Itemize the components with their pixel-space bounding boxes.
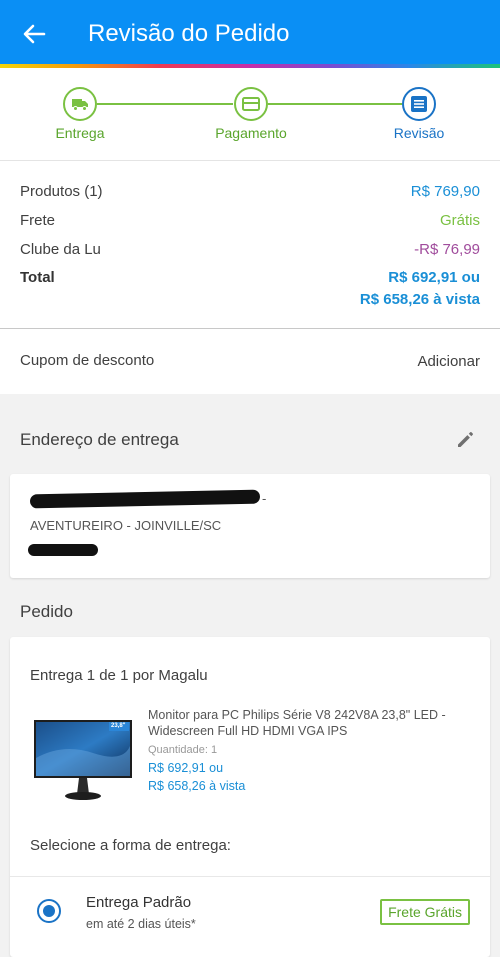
address-line2: AVENTUREIRO - JOINVILLE/SC (30, 518, 222, 533)
truck-icon (72, 99, 88, 111)
delivery-option-standard[interactable]: Entrega Padrão em até 2 dias úteis* Fret… (10, 876, 490, 946)
step-label-payment: Pagamento (215, 125, 287, 141)
club-value: -R$ 76,99 (414, 241, 480, 258)
total-label: Total (20, 269, 55, 286)
step-connector (97, 103, 233, 105)
club-label: Clube da Lu (20, 241, 101, 258)
step-review[interactable] (402, 87, 436, 121)
coupon-row[interactable]: Cupom de desconto Adicionar (0, 328, 500, 394)
product-name-line1: Monitor para PC Philips Série V8 242V8A … (148, 708, 446, 722)
order-summary: Produtos (1) R$ 769,90 Frete Grátis Club… (0, 160, 500, 328)
quantity-label: Quantidade: (148, 744, 208, 756)
product-price-installments: R$ 692,91 ou (148, 761, 224, 775)
redacted-address-line (29, 489, 261, 509)
arrow-left-icon[interactable] (20, 20, 48, 48)
address-line1-suffix: - (262, 491, 267, 506)
quantity: Quantidade: 1 (148, 744, 217, 756)
redacted-zip (28, 544, 98, 556)
step-payment[interactable] (234, 87, 268, 121)
list-icon (411, 96, 427, 112)
total-value-installments: R$ 692,91 ou (388, 269, 480, 286)
delivery-header: Entrega 1 de 1 por Magalu (30, 667, 208, 684)
shipping-value: Grátis (439, 212, 480, 229)
checkout-stepper: Entrega Pagamento Revisão (0, 68, 500, 160)
quantity-value: 1 (211, 744, 218, 756)
delivery-option-name: Entrega Padrão (86, 894, 192, 911)
product-name-line2: Widescreen Full HD HDMI VGA IPS (148, 724, 348, 738)
product-image[interactable]: 23,8" (33, 718, 133, 802)
step-label-review: Revisão (393, 125, 445, 141)
step-delivery[interactable] (63, 87, 97, 121)
shipping-label: Frete (20, 212, 56, 229)
app-header: Revisão do Pedido (0, 0, 500, 66)
coupon-label: Cupom de desconto (20, 352, 155, 369)
step-connector (268, 103, 402, 105)
product-price-cash: R$ 658,26 à vista (148, 779, 246, 793)
products-value: R$ 769,90 (410, 183, 480, 200)
page-title: Revisão do Pedido (88, 20, 290, 47)
add-coupon-button[interactable]: Adicionar (417, 353, 480, 370)
free-shipping-badge: Frete Grátis (380, 899, 470, 925)
step-label-delivery: Entrega (55, 125, 105, 141)
card-icon (242, 97, 260, 111)
select-delivery-label: Selecione a forma de entrega: (30, 837, 231, 854)
total-value-cash: R$ 658,26 à vista (359, 291, 480, 308)
radio-selected-icon[interactable] (37, 899, 61, 923)
product-name[interactable]: Monitor para PC Philips Série V8 242V8A … (148, 707, 446, 739)
monitor-size-tag: 23,8" (111, 723, 126, 729)
address-card: - AVENTUREIRO - JOINVILLE/SC (10, 474, 490, 578)
address-section-title: Endereço de entrega (20, 430, 179, 449)
delivery-option-time: em até 2 dias úteis* (86, 917, 196, 931)
pencil-icon[interactable] (454, 427, 478, 451)
order-section-title: Pedido (20, 602, 73, 621)
products-label: Produtos (1) (20, 183, 103, 200)
